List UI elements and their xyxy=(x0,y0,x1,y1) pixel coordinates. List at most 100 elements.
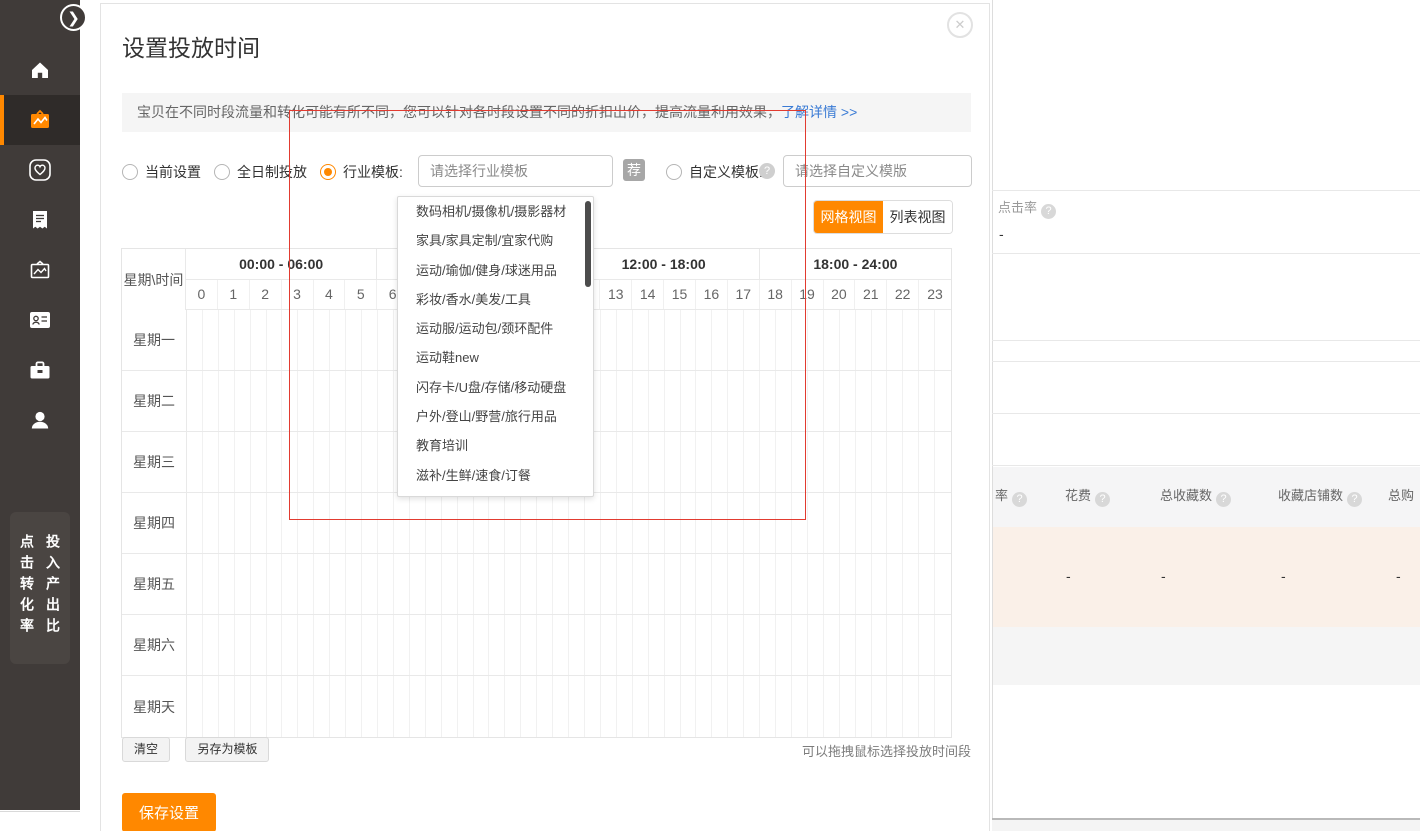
time-cell[interactable] xyxy=(808,554,824,614)
help-icon[interactable]: ? xyxy=(759,163,775,179)
time-cell[interactable] xyxy=(601,310,617,370)
time-cell[interactable] xyxy=(649,615,665,675)
time-cell[interactable] xyxy=(330,493,346,553)
time-cell[interactable] xyxy=(362,615,378,675)
time-cell[interactable] xyxy=(887,371,903,431)
time-cell[interactable] xyxy=(489,493,505,553)
sidebar-expand-button[interactable]: ❯ xyxy=(60,4,87,31)
time-cell[interactable] xyxy=(665,432,681,492)
time-cell[interactable] xyxy=(251,676,267,737)
time-cell[interactable] xyxy=(633,493,649,553)
time-cell[interactable] xyxy=(840,676,856,737)
time-cell[interactable] xyxy=(569,615,585,675)
time-cell[interactable] xyxy=(872,493,888,553)
time-cell[interactable] xyxy=(617,493,633,553)
time-cell[interactable] xyxy=(903,310,919,370)
time-cell[interactable] xyxy=(298,615,314,675)
time-cell[interactable] xyxy=(712,310,728,370)
time-cell[interactable] xyxy=(505,676,521,737)
time-cell[interactable] xyxy=(919,615,935,675)
time-cell[interactable] xyxy=(633,310,649,370)
time-cell[interactable] xyxy=(314,554,330,614)
time-cell[interactable] xyxy=(935,432,951,492)
time-cell[interactable] xyxy=(203,615,219,675)
time-cell[interactable] xyxy=(474,615,490,675)
time-cell[interactable] xyxy=(665,554,681,614)
time-cell[interactable] xyxy=(744,432,760,492)
time-cell[interactable] xyxy=(935,310,951,370)
time-cell[interactable] xyxy=(251,371,267,431)
time-cell[interactable] xyxy=(760,432,776,492)
time-cell[interactable] xyxy=(458,554,474,614)
time-cell[interactable] xyxy=(410,554,426,614)
sidebar-item-home[interactable] xyxy=(0,45,80,95)
time-cell[interactable] xyxy=(760,615,776,675)
time-cell[interactable] xyxy=(346,493,362,553)
time-cell[interactable] xyxy=(585,554,601,614)
time-cell[interactable] xyxy=(219,676,235,737)
time-cell[interactable] xyxy=(617,310,633,370)
time-cell[interactable] xyxy=(919,493,935,553)
time-cell[interactable] xyxy=(489,615,505,675)
time-cell[interactable] xyxy=(903,493,919,553)
dropdown-item[interactable]: 运动/瑜伽/健身/球迷用品 xyxy=(398,256,593,285)
time-cell[interactable] xyxy=(219,493,235,553)
time-cell[interactable] xyxy=(808,310,824,370)
time-cell[interactable] xyxy=(856,615,872,675)
time-cell[interactable] xyxy=(553,554,569,614)
time-cell[interactable] xyxy=(601,432,617,492)
time-cell[interactable] xyxy=(426,615,442,675)
time-cell[interactable] xyxy=(728,554,744,614)
time-cell[interactable] xyxy=(681,371,697,431)
time-cell[interactable] xyxy=(776,493,792,553)
time-cell[interactable] xyxy=(919,554,935,614)
time-cell[interactable] xyxy=(696,310,712,370)
time-cell[interactable] xyxy=(633,554,649,614)
time-cell[interactable] xyxy=(330,676,346,737)
time-cell[interactable] xyxy=(919,676,935,737)
time-cell[interactable] xyxy=(665,493,681,553)
time-cell[interactable] xyxy=(442,615,458,675)
dropdown-item[interactable]: 户外/登山/野营/旅行用品 xyxy=(398,402,593,431)
time-cell[interactable] xyxy=(872,554,888,614)
time-cell[interactable] xyxy=(665,310,681,370)
time-cell[interactable] xyxy=(553,493,569,553)
time-cell[interactable] xyxy=(362,554,378,614)
time-cell[interactable] xyxy=(935,493,951,553)
time-cell[interactable] xyxy=(792,676,808,737)
time-cell[interactable] xyxy=(776,615,792,675)
time-cell[interactable] xyxy=(696,493,712,553)
time-cell[interactable] xyxy=(744,310,760,370)
dropdown-item[interactable]: 运动服/运动包/颈环配件 xyxy=(398,314,593,343)
time-cell[interactable] xyxy=(935,554,951,614)
time-cell[interactable] xyxy=(410,615,426,675)
time-cell[interactable] xyxy=(298,554,314,614)
time-cell[interactable] xyxy=(282,554,298,614)
time-cell[interactable] xyxy=(378,493,394,553)
time-cell[interactable] xyxy=(935,676,951,737)
time-cell[interactable] xyxy=(744,676,760,737)
time-cell[interactable] xyxy=(314,615,330,675)
radio-fulltime[interactable]: 全日制投放 xyxy=(214,155,307,189)
time-cell[interactable] xyxy=(394,676,410,737)
time-cell[interactable] xyxy=(919,310,935,370)
time-cell[interactable] xyxy=(267,554,283,614)
time-cell[interactable] xyxy=(378,371,394,431)
time-cell[interactable] xyxy=(649,310,665,370)
time-cell[interactable] xyxy=(203,676,219,737)
time-cell[interactable] xyxy=(792,310,808,370)
time-cell[interactable] xyxy=(267,371,283,431)
time-cell[interactable] xyxy=(601,615,617,675)
time-cell[interactable] xyxy=(187,554,203,614)
time-cell[interactable] xyxy=(394,554,410,614)
time-cell[interactable] xyxy=(330,371,346,431)
time-cell[interactable] xyxy=(696,676,712,737)
time-cell[interactable] xyxy=(346,615,362,675)
time-cell[interactable] xyxy=(298,371,314,431)
time-cell[interactable] xyxy=(649,432,665,492)
time-cell[interactable] xyxy=(267,615,283,675)
dropdown-item[interactable]: 彩妆/香水/美发/工具 xyxy=(398,285,593,314)
time-cell[interactable] xyxy=(426,676,442,737)
time-cell[interactable] xyxy=(410,493,426,553)
time-cell[interactable] xyxy=(681,615,697,675)
